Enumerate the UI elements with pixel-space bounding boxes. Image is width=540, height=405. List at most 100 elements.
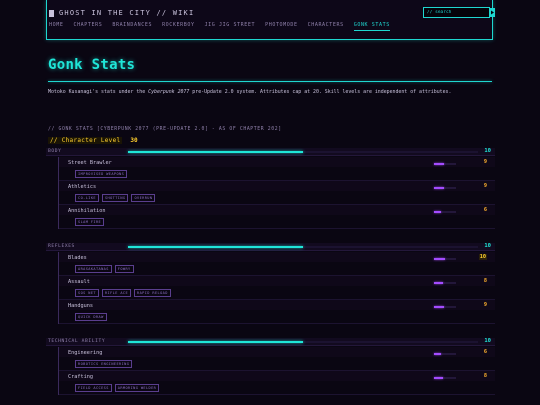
- skill-value: 9: [483, 183, 487, 189]
- skill-row-background: [59, 300, 495, 310]
- intro-text-start: Motoko Kusanagi's stats under the: [48, 89, 149, 95]
- attribute-bar-track: [128, 151, 478, 153]
- search-box: [423, 7, 495, 18]
- attribute-bar: [128, 151, 303, 153]
- perk-tag[interactable]: FIELD ACCESS: [75, 384, 112, 392]
- nav-item-braindances[interactable]: BRAINDANCES: [112, 22, 152, 31]
- skill-bar-track: [434, 258, 456, 260]
- site-title: GHOST IN THE CITY // WIKI: [59, 9, 195, 17]
- attribute-bar: [128, 246, 303, 248]
- perk-tags: FIELD ACCESS ARMORING WELDER: [75, 384, 160, 392]
- skill-value: 8: [483, 278, 487, 284]
- perk-tag[interactable]: QUICK DRAW: [75, 313, 107, 321]
- skill-name: Assault: [68, 279, 90, 285]
- attribute-row: TECHNICAL ABILITY 10: [46, 338, 495, 346]
- skill-bar: [434, 282, 443, 284]
- main-nav: HOME CHAPTERS BRAINDANCES ROCKERBOY JIG JIG …: [49, 22, 400, 31]
- attribute-row: REFLEXES 10: [46, 243, 495, 251]
- perk-tag[interactable]: OVERRUN: [131, 194, 156, 202]
- nav-item-rockerboy[interactable]: ROCKERBOY: [162, 22, 195, 31]
- nav-item-jig-jig-street[interactable]: JIG JIG STREET: [205, 22, 256, 31]
- skills-list: Engineering 6 ROBOTICS ENGINEERING Crafting…: [58, 347, 495, 395]
- skill-bar: [434, 187, 444, 189]
- perk-tags: CO-LIKE SHOTTING OVERRUN: [75, 194, 156, 202]
- search-input[interactable]: [424, 8, 490, 17]
- page-title: Gonk Stats: [48, 57, 136, 73]
- skill-item: Athletics 9 CO-LIKE SHOTTING OVERRUN: [59, 181, 495, 205]
- perk-tag[interactable]: CO-LIKE: [75, 194, 99, 202]
- perk-tag[interactable]: SHOTTING: [101, 194, 129, 202]
- site-brand[interactable]: GHOST IN THE CITY // WIKI: [49, 9, 194, 17]
- skill-row-background: [59, 205, 495, 215]
- attribute-row: BODY 10: [46, 148, 495, 156]
- perk-tags: QUICK DRAW: [75, 313, 107, 321]
- perk-tags: ROBOTICS ENGINEERING: [75, 360, 133, 368]
- skill-name: Crafting: [68, 374, 93, 380]
- arrow-right-icon: [491, 10, 494, 15]
- skill-row-background: [59, 252, 495, 262]
- skill-bar: [434, 306, 444, 308]
- skill-bar: [434, 163, 444, 165]
- nav-item-chapters[interactable]: CHAPTERS: [73, 22, 102, 31]
- skill-row-background: [59, 371, 495, 381]
- perk-tag[interactable]: RIFLE ACE: [101, 289, 132, 297]
- logo-block-icon: [49, 9, 54, 17]
- character-level-label: // Character Level: [48, 137, 123, 144]
- skill-bar: [434, 258, 445, 260]
- skill-row-background: [59, 276, 495, 286]
- nav-item-home[interactable]: HOME: [49, 22, 63, 31]
- attribute-bar-track: [128, 246, 478, 248]
- skill-item: Annihilation 6 SLAM FIRE: [59, 205, 495, 229]
- skill-bar-track: [434, 377, 456, 379]
- skill-value: 9: [483, 302, 487, 308]
- skill-value: 10: [478, 254, 487, 260]
- perk-tag[interactable]: RAPID RELOAD: [134, 289, 171, 297]
- attribute-value: 10: [484, 338, 491, 344]
- skill-item: Engineering 6 ROBOTICS ENGINEERING: [59, 347, 495, 371]
- skill-item: Street Brawler 9 IMPROVISED WEAPONS: [59, 157, 495, 181]
- character-level: // Character Level 30: [48, 137, 138, 144]
- perk-tags: SOS NET RIFLE ACE RAPID RELOAD: [75, 289, 171, 297]
- perk-tag[interactable]: ROBOTICS ENGINEERING: [75, 360, 133, 368]
- perk-tag[interactable]: ARMORING WELDER: [114, 384, 160, 392]
- perk-tags: SLAM FIRE: [75, 218, 105, 226]
- site-header: GHOST IN THE CITY // WIKI HOME CHAPTERS BR…: [46, 0, 495, 40]
- perk-tags: ARASAKATANAS FOWRY: [75, 265, 134, 273]
- search-button[interactable]: [490, 8, 495, 17]
- nav-item-photomode[interactable]: PHOTOMODE: [265, 22, 298, 31]
- skill-name: Athletics: [68, 184, 97, 190]
- perk-tag[interactable]: SLAM FIRE: [75, 218, 105, 226]
- skill-item: Blades 10 ARASAKATANAS FOWRY: [59, 252, 495, 276]
- page-intro: Motoko Kusanagi's stats under the Cyberp…: [48, 89, 451, 95]
- skill-row-background: [59, 347, 495, 357]
- attribute-name: REFLEXES: [48, 244, 75, 249]
- skill-name: Blades: [68, 255, 87, 261]
- attribute-name: TECHNICAL ABILITY: [48, 339, 106, 344]
- skill-item: Assault 8 SOS NET RIFLE ACE RAPID RELOAD: [59, 276, 495, 300]
- attribute-bar-track: [128, 341, 478, 343]
- skill-value: 6: [483, 349, 487, 355]
- skill-bar-track: [434, 306, 456, 308]
- character-level-value: 30: [130, 137, 138, 144]
- skill-bar: [434, 377, 443, 379]
- perk-tag[interactable]: IMPROVISED WEAPONS: [75, 170, 128, 178]
- nav-item-characters[interactable]: CHARACTERS: [308, 22, 344, 31]
- nav-item-gonk-stats[interactable]: GONK STATS: [353, 22, 390, 31]
- skill-value: 8: [483, 373, 487, 379]
- attribute-value: 10: [484, 148, 491, 154]
- skill-name: Annihilation: [68, 208, 106, 214]
- skill-bar-track: [434, 353, 456, 355]
- attribute-name: BODY: [48, 149, 62, 154]
- skill-row-background: [59, 181, 495, 191]
- perk-tag[interactable]: SOS NET: [75, 289, 99, 297]
- skill-name: Handguns: [68, 303, 93, 309]
- intro-game-title: Cyberpunk 2077: [148, 89, 190, 95]
- skill-bar: [434, 211, 441, 213]
- perk-tag[interactable]: ARASAKATANAS: [75, 265, 112, 273]
- skill-item: Crafting 8 FIELD ACCESS ARMORING WELDER: [59, 371, 495, 395]
- perk-tag[interactable]: FOWRY: [114, 265, 134, 273]
- skill-name: Engineering: [68, 350, 103, 356]
- stats-section-header: // GONK STATS [CYBERPUNK 2077 (PRE-UPDAT…: [48, 127, 282, 132]
- skill-row-background: [59, 157, 495, 167]
- skills-list: Street Brawler 9 IMPROVISED WEAPONS Athleti…: [58, 157, 495, 229]
